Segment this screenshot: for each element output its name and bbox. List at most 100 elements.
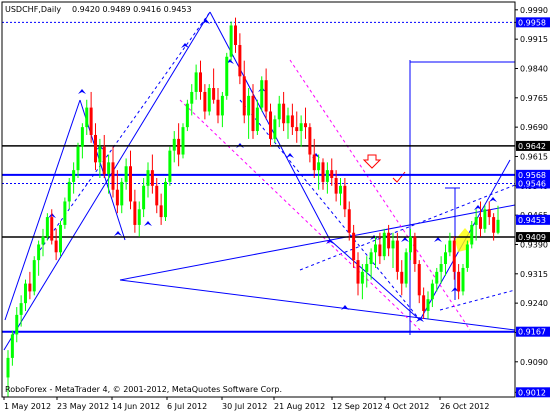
- candle-body-26: [120, 181, 124, 206]
- candle-body-39: [177, 138, 181, 155]
- candle-body-85: [378, 244, 382, 257]
- candle-body-89: [395, 240, 399, 272]
- candle-body-15: [72, 170, 76, 182]
- candle-body-23: [107, 162, 111, 175]
- candle-body-68: [304, 123, 307, 128]
- candle-body-46: [207, 88, 211, 112]
- candle-body-10: [50, 217, 54, 241]
- candle-body-110: [487, 209, 491, 218]
- candle-body-35: [159, 205, 163, 218]
- candle-body-96: [426, 299, 430, 311]
- candle-body-100: [444, 252, 447, 265]
- x-tick-label-4: 30 Jul 2012: [222, 402, 267, 411]
- price-label-text-3: 0.9546: [518, 179, 546, 188]
- candle-body-64: [286, 115, 290, 124]
- candle-body-87: [387, 232, 391, 249]
- candle-body-111: [492, 217, 496, 233]
- candle-body-19: [89, 107, 93, 135]
- candle-body-11: [54, 240, 58, 253]
- chart-ohlc-readout: 0.9420 0.9489 0.9416 0.9453: [72, 5, 192, 14]
- candle-body-91: [404, 252, 408, 284]
- candle-body-31: [142, 185, 146, 210]
- candle-body-41: [185, 103, 189, 128]
- price-label-text-0: 0.9958: [518, 18, 546, 27]
- copyright-text: RoboForex - MetaTrader 4, © 2001-2012, M…: [5, 385, 282, 394]
- candle-body-99: [439, 264, 443, 272]
- candle-body-104: [461, 267, 465, 292]
- candle-body-18: [85, 107, 89, 128]
- y-tick-label-2: 0.9915: [520, 35, 548, 44]
- candle-body-107: [474, 217, 478, 225]
- candle-body-78: [347, 209, 351, 233]
- candle-body-22: [102, 146, 106, 175]
- candle-body-94: [417, 264, 421, 296]
- candle-body-108: [479, 217, 482, 229]
- y-tick-label-3: 0.9840: [520, 64, 548, 73]
- candle-body-27: [124, 166, 128, 182]
- candle-body-65: [290, 115, 294, 128]
- candle-body-12: [59, 224, 62, 253]
- candle-body-48: [216, 99, 220, 116]
- y-tick-label-0: 0.9990: [520, 6, 548, 15]
- x-tick-label-6: 12 Sep 2012: [332, 402, 383, 411]
- candle-body-79: [352, 232, 356, 261]
- candle-body-84: [374, 244, 377, 253]
- y-tick-label-6: 0.9615: [520, 152, 548, 161]
- candle-body-0: [6, 357, 10, 378]
- candle-body-43: [194, 72, 198, 92]
- candle-body-90: [400, 271, 404, 284]
- candle-body-109: [483, 209, 487, 229]
- candle-body-44: [199, 72, 202, 92]
- candle-body-4: [24, 283, 27, 304]
- x-tick-label-0: 1 May 2012: [4, 402, 51, 411]
- candle-body-71: [317, 162, 321, 171]
- x-tick-label-5: 21 Aug 2012: [274, 402, 325, 411]
- y-tick-label-13: 0.9090: [520, 358, 548, 367]
- candle-body-61: [273, 119, 277, 139]
- candle-body-73: [325, 170, 329, 182]
- candle-body-36: [164, 181, 167, 218]
- candle-body-40: [181, 127, 185, 155]
- candle-body-56: [251, 95, 255, 132]
- y-tick-label-11: 0.9240: [520, 299, 548, 308]
- candle-body-49: [220, 95, 224, 116]
- x-tick-label-7: 4 Oct 2012: [385, 402, 429, 411]
- candle-body-30: [137, 209, 141, 225]
- candle-body-25: [115, 189, 119, 206]
- candle-body-82: [365, 264, 369, 272]
- candle-body-76: [339, 185, 342, 194]
- y-tick-label-10: 0.9315: [520, 270, 548, 279]
- price-label-text-7: 0.9012: [518, 388, 546, 397]
- candle-body-20: [94, 134, 97, 163]
- candle-body-33: [150, 170, 154, 186]
- candle-body-8: [41, 236, 45, 245]
- candle-body-53: [238, 45, 242, 77]
- candle-body-81: [360, 271, 364, 284]
- candle-body-103: [457, 271, 461, 292]
- y-tick-label-4: 0.9765: [520, 94, 548, 103]
- candle-body-52: [234, 25, 237, 46]
- candle-body-13: [63, 201, 67, 225]
- candle-body-93: [413, 236, 417, 265]
- candle-body-83: [369, 252, 373, 265]
- x-tick-label-1: 23 May 2012: [57, 402, 109, 411]
- candle-body-29: [133, 201, 137, 225]
- x-tick-label-3: 6 Jul 2012: [167, 402, 207, 411]
- candle-body-106: [470, 224, 474, 245]
- candle-body-86: [382, 232, 386, 257]
- price-label-text-4: 0.9453: [518, 216, 546, 225]
- candle-body-74: [330, 170, 334, 178]
- candle-body-1: [10, 334, 14, 358]
- candle-body-6: [32, 260, 36, 292]
- candle-body-112: [496, 219, 500, 233]
- candle-body-97: [430, 283, 434, 300]
- candle-body-5: [28, 283, 32, 292]
- candle-body-69: [308, 127, 312, 155]
- candle-body-38: [172, 138, 176, 151]
- candle-body-21: [98, 146, 102, 163]
- price-chart[interactable]: 0.9990 0.9958 0.9915 0.9840 0.9765 0.9690 0.96…: [0, 0, 550, 413]
- candle-body-3: [19, 303, 23, 315]
- candle-body-9: [45, 217, 49, 237]
- candle-body-24: [111, 162, 115, 190]
- candle-body-59: [264, 80, 268, 112]
